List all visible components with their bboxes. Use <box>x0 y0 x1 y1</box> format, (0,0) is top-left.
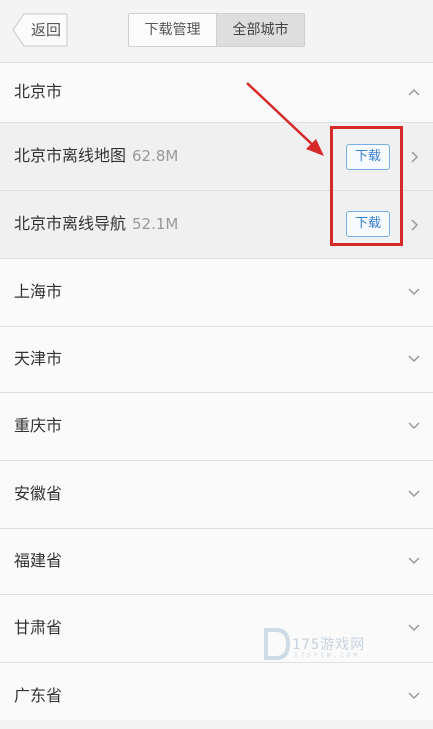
city-row[interactable]: 天津市 <box>0 327 433 393</box>
chevron-down-icon <box>408 288 420 296</box>
chevron-down-icon <box>408 557 420 565</box>
watermark-d-icon <box>264 628 291 660</box>
tab-all-cities[interactable]: 全部城市 <box>216 14 304 46</box>
city-row[interactable]: 广东省 <box>0 663 433 720</box>
item-label: 北京市离线地图 62.8M <box>14 123 178 189</box>
city-name: 广东省 <box>14 686 63 705</box>
item-name: 北京市离线地图 <box>14 146 127 165</box>
chevron-down-icon <box>408 624 420 632</box>
item-size: 62.8M <box>132 147 179 165</box>
chevron-right-icon <box>411 151 419 163</box>
city-name: 北京市 <box>14 82 63 101</box>
back-button[interactable]: 返回 <box>12 13 68 47</box>
watermark-subtext: 17SYSW.COM <box>294 652 361 659</box>
city-row[interactable]: 上海市 <box>0 259 433 327</box>
item-size: 52.1M <box>132 215 179 233</box>
city-row[interactable]: 重庆市 <box>0 393 433 461</box>
chevron-up-icon <box>408 88 420 96</box>
city-name: 甘肃省 <box>14 618 63 637</box>
chevron-down-icon <box>408 355 420 363</box>
tab-download-manager[interactable]: 下载管理 <box>129 14 216 46</box>
annotation-highlight-box <box>330 126 403 246</box>
city-name: 福建省 <box>14 551 63 570</box>
top-bar: 返回 下载管理 全部城市 <box>0 0 433 63</box>
segmented-tabs: 下载管理 全部城市 <box>128 13 305 47</box>
chevron-down-icon <box>408 422 420 430</box>
back-button-label: 返回 <box>30 21 61 39</box>
watermark-text: 175游戏网 <box>292 637 366 653</box>
city-row[interactable]: 福建省 <box>0 529 433 595</box>
chevron-down-icon <box>408 692 420 700</box>
chevron-right-icon <box>411 219 419 231</box>
city-name: 上海市 <box>14 282 63 301</box>
chevron-down-icon <box>408 490 420 498</box>
watermark-logo: 175游戏网 17SYSW.COM <box>262 626 392 666</box>
item-name: 北京市离线导航 <box>14 214 127 233</box>
city-row-beijing[interactable]: 北京市 <box>0 63 433 123</box>
city-name: 天津市 <box>14 349 63 368</box>
item-label: 北京市离线导航 52.1M <box>14 191 178 257</box>
city-row[interactable]: 安徽省 <box>0 461 433 529</box>
city-name: 重庆市 <box>14 416 63 435</box>
city-name: 安徽省 <box>14 484 63 503</box>
